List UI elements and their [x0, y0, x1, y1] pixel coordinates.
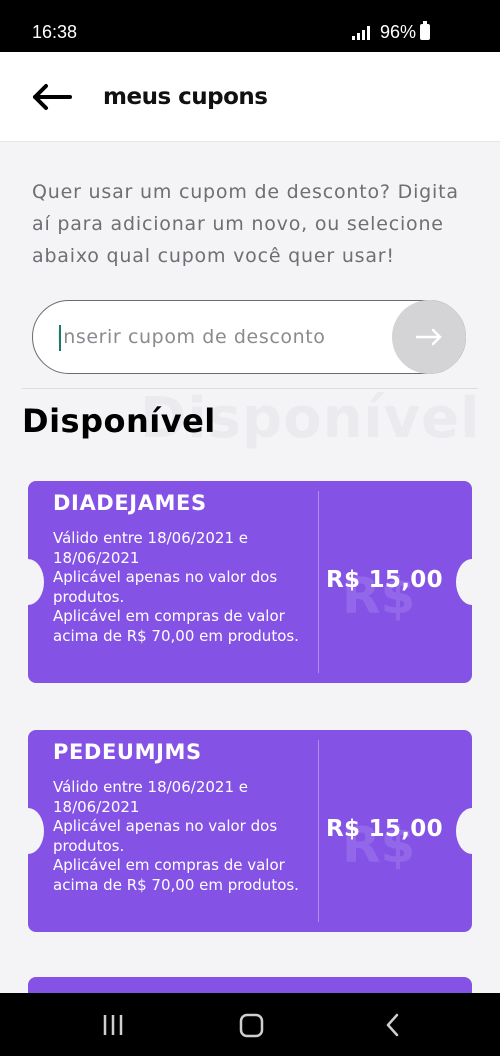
- chevron-left-icon: [386, 1013, 399, 1037]
- arrow-left-icon: [33, 84, 72, 110]
- coupon-separator: [318, 740, 319, 922]
- ticket-notch-left: [12, 559, 44, 605]
- coupon-code: DIADEJAMES: [53, 491, 207, 515]
- coupon-card[interactable]: PEDEUMJMS Válido entre 18/06/2021 e 18/0…: [12, 730, 488, 932]
- recents-button[interactable]: [98, 1011, 128, 1039]
- ticket-notch-left: [12, 808, 44, 854]
- submit-coupon-button[interactable]: [392, 300, 466, 374]
- intro-text: Quer usar um cupom de desconto? Digita a…: [32, 181, 459, 267]
- coupon-rule: Aplicável em compras de valor acima de R…: [53, 607, 299, 645]
- battery-level: 96%: [379, 22, 416, 42]
- status-bar: 16:38 96%: [0, 0, 500, 52]
- coupon-rule: Aplicável em compras de valor acima de R…: [53, 856, 299, 894]
- recents-icon: [103, 1015, 123, 1035]
- status-indicators: 96%: [351, 22, 416, 43]
- home-icon: [239, 1013, 264, 1038]
- coupon-details: Válido entre 18/06/2021 e 18/06/2021 Apl…: [53, 529, 303, 646]
- page-title: meus cupons: [103, 84, 268, 110]
- section-title: Disponível: [22, 402, 216, 440]
- coupon-rule: Aplicável apenas no valor dos produtos.: [53, 568, 278, 606]
- back-button[interactable]: [30, 80, 74, 114]
- coupon-rule: Aplicável apenas no valor dos produtos.: [53, 817, 278, 855]
- coupon-card[interactable]: DIADEJAMES Válido entre 18/06/2021 e 18/…: [12, 481, 488, 683]
- ticket-notch-right: [456, 808, 488, 854]
- text-cursor: [59, 325, 61, 351]
- coupon-validity: Válido entre 18/06/2021 e 18/06/2021: [53, 778, 248, 816]
- signal-icon: [351, 25, 370, 40]
- app-header: meus cupons: [0, 52, 500, 142]
- home-button[interactable]: [237, 1011, 267, 1039]
- ticket-notch-right: [456, 559, 488, 605]
- coupon-value: R$ 15,00: [326, 816, 443, 842]
- system-nav-bar: [0, 993, 500, 1056]
- coupon-code: PEDEUMJMS: [53, 740, 202, 764]
- arrow-right-icon: [415, 328, 442, 346]
- coupon-validity: Válido entre 18/06/2021 e 18/06/2021: [53, 529, 248, 567]
- coupon-value: R$ 15,00: [326, 567, 443, 593]
- coupon-details: Válido entre 18/06/2021 e 18/06/2021 Apl…: [53, 778, 303, 895]
- battery-icon: [420, 21, 430, 40]
- system-back-button[interactable]: [378, 1011, 408, 1039]
- coupon-input[interactable]: [57, 317, 387, 357]
- status-time: 16:38: [32, 22, 78, 42]
- coupon-input-container: [32, 300, 466, 374]
- coupon-separator: [318, 491, 319, 673]
